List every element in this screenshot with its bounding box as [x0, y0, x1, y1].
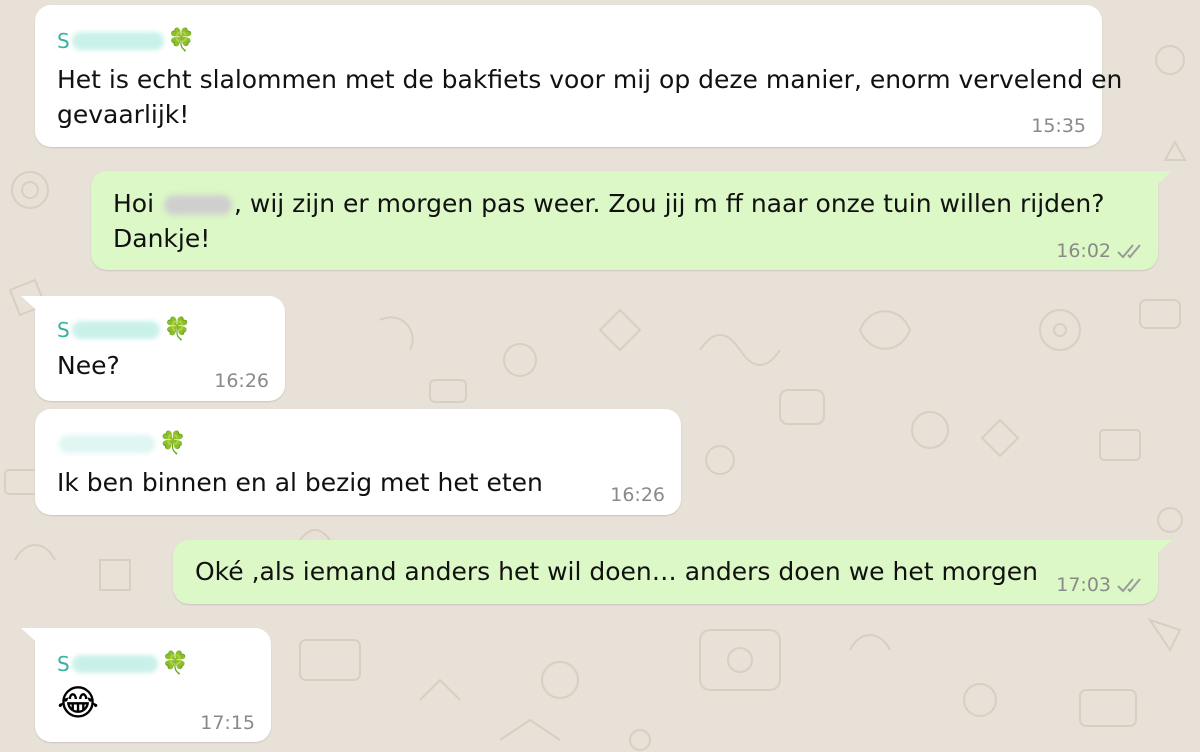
redacted-name	[164, 195, 232, 215]
read-receipt-icon	[1117, 244, 1141, 259]
incoming-message[interactable]: S 🍀 Nee? 16:26	[21, 296, 285, 401]
sender-name: 🍀	[57, 432, 186, 456]
outgoing-message[interactable]: Oké ,als iemand anders het wil doen… and…	[173, 540, 1172, 604]
redacted-name	[71, 321, 160, 339]
message-text: Oké ,als iemand anders het wil doen… and…	[195, 557, 1039, 586]
sender-name: S 🍀	[57, 28, 196, 53]
clover-emoji: 🍀	[159, 431, 187, 456]
message-time: 16:26	[214, 370, 269, 392]
redacted-name	[59, 435, 155, 453]
bubble-tail	[21, 628, 43, 648]
incoming-message[interactable]: S 🍀 Het is echt slalommen met de bakfiet…	[35, 5, 1122, 147]
bubble-tail	[1150, 171, 1172, 191]
message-time: 17:15	[200, 712, 255, 734]
bubble-tail	[1150, 540, 1172, 560]
redacted-name	[71, 655, 158, 673]
message-time: 16:02	[1056, 240, 1111, 262]
incoming-message[interactable]: 🍀 Ik ben binnen en al bezig met het eten…	[35, 409, 681, 515]
clover-emoji: 🍀	[167, 28, 196, 53]
outgoing-message[interactable]: Hoi , wij zijn er morgen pas weer. Zou j…	[91, 171, 1172, 270]
message-text: Hoi , wij zijn er morgen pas weer. Zou j…	[113, 189, 1105, 253]
message-text: Het is echt slalommen met de bakfiets vo…	[57, 65, 1123, 129]
message-text: Nee?	[57, 351, 120, 380]
message-text: Ik ben binnen en al bezig met het eten	[57, 468, 543, 497]
redacted-name	[71, 32, 164, 50]
message-time: 17:03	[1056, 574, 1111, 596]
incoming-message[interactable]: S 🍀 😂 17:15	[21, 628, 271, 742]
read-receipt-icon	[1117, 578, 1141, 593]
clover-emoji: 🍀	[161, 651, 190, 676]
clover-emoji: 🍀	[163, 317, 192, 342]
bubble-tail	[21, 296, 43, 316]
sender-name: S 🍀	[57, 651, 190, 676]
message-time: 15:35	[1031, 115, 1086, 137]
sender-name: S 🍀	[57, 317, 192, 342]
message-time: 16:26	[610, 484, 665, 506]
laughing-emoji: 😂	[57, 683, 100, 724]
